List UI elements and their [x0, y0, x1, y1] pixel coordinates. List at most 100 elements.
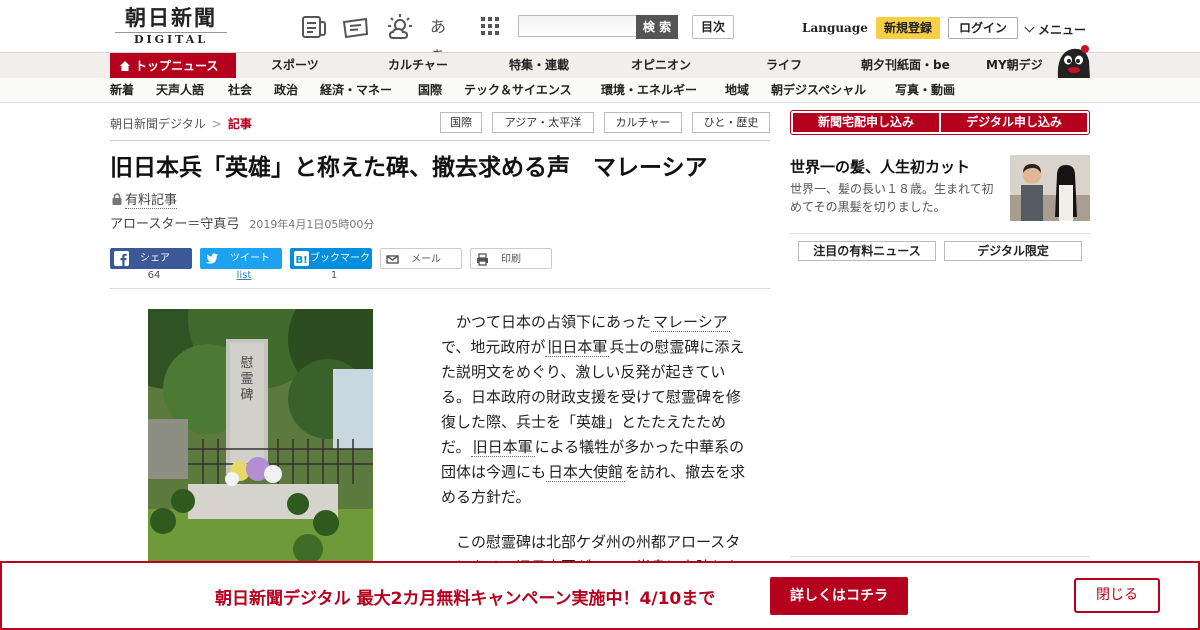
digital-signup-button[interactable]: デジタル申し込み: [941, 113, 1087, 132]
tag-culture[interactable]: カルチャー: [604, 112, 682, 133]
breadcrumb: 朝日新聞デジタル > 記事: [110, 115, 252, 132]
nav-sports[interactable]: スポーツ: [271, 53, 319, 78]
mail-share-button[interactable]: メール: [380, 248, 462, 269]
breadcrumb-home[interactable]: 朝日新聞デジタル: [110, 117, 206, 131]
divider: [790, 556, 1090, 557]
login-button[interactable]: ログイン: [948, 17, 1018, 39]
menu-button[interactable]: メニュー: [1024, 21, 1087, 38]
author: アロースター＝守真弓: [110, 217, 240, 232]
breadcrumb-current: 記事: [227, 117, 252, 131]
lock-icon: [112, 193, 122, 205]
tag-people-history[interactable]: ひと・歴史: [692, 112, 770, 133]
campaign-banner: 朝日新聞デジタル 最大2カ月無料キャンペーン実施中！4/10まで 詳しくはコチラ…: [0, 561, 1200, 630]
print-label: 印刷: [501, 254, 521, 265]
search-button[interactable]: 検 索: [636, 15, 678, 39]
hatena-bookmark-icon: B!: [294, 251, 309, 266]
nav-top-news[interactable]: トップニュース: [110, 53, 236, 79]
twitter-icon: [205, 253, 218, 264]
text-run: で、地元政府が: [441, 338, 546, 356]
menu-label: メニュー: [1038, 23, 1087, 37]
feature-title[interactable]: 世界一の髪、人生初カット: [790, 156, 970, 177]
nav-environment[interactable]: 環境・エネルギー: [601, 78, 697, 102]
byline: アロースター＝守真弓 2019年4月1日05時00分: [110, 213, 374, 232]
paid-article-label: 有料記事: [112, 189, 178, 209]
logo-sub-text: DIGITAL: [115, 32, 227, 46]
nav-culture[interactable]: カルチャー: [388, 53, 448, 78]
nav-society[interactable]: 社会: [228, 78, 252, 102]
article-paragraph: かつて日本の占領下にあった マレーシアで、地元政府が 旧日本軍 兵士の慰霊碑に添えた説…: [441, 310, 746, 510]
search-input[interactable]: [518, 15, 636, 37]
logo-main-text: 朝日新聞: [125, 5, 217, 30]
paper-delivery-button[interactable]: 新聞宅配申し込み: [793, 113, 939, 132]
toc-button[interactable]: 目次: [692, 15, 734, 39]
hatena-bookmark-count: 1: [330, 270, 338, 281]
breadcrumb-separator: >: [211, 117, 222, 131]
nav-international[interactable]: 国際: [418, 78, 442, 102]
register-button[interactable]: 新規登録: [876, 17, 940, 39]
keyword-link[interactable]: 旧日本軍: [545, 338, 610, 357]
keyword-link[interactable]: マレーシア: [651, 313, 730, 332]
nav-photo-video[interactable]: 写真・動画: [895, 78, 955, 102]
primary-nav: トップニュース スポーツ カルチャー 特集・連載 オピニオン ライフ 朝夕刊紙面…: [0, 52, 1200, 79]
campaign-details-button[interactable]: 詳しくはコチラ: [770, 577, 908, 615]
nav-latest[interactable]: 新着: [110, 78, 134, 102]
tab-paid-news[interactable]: 注目の有料ニュース: [798, 241, 936, 261]
hatena-bookmark-button[interactable]: B! ブックマーク: [290, 248, 372, 269]
home-icon: [120, 61, 130, 71]
nav-paper[interactable]: 朝夕刊紙面・be: [861, 53, 950, 78]
secondary-nav: 新着 天声人語 社会 政治 経済・マネー 国際 テック＆サイエンス 環境・エネル…: [0, 78, 1200, 103]
nav-tech-science[interactable]: テック＆サイエンス: [464, 78, 572, 102]
keyword-link[interactable]: 日本大使館: [546, 463, 626, 482]
banner-close-button[interactable]: 閉じる: [1074, 578, 1160, 613]
twitter-share-count[interactable]: list: [203, 270, 285, 281]
nav-top-news-label: トップニュース: [135, 59, 219, 73]
tag-international[interactable]: 国際: [440, 112, 482, 133]
facebook-share-button[interactable]: シェア: [110, 248, 192, 269]
mail-icon: [386, 255, 399, 264]
nav-politics[interactable]: 政治: [274, 78, 298, 102]
text-run: かつて日本の占領下にあった: [456, 313, 652, 331]
print-button[interactable]: 印刷: [470, 248, 552, 269]
publish-date: 2019年4月1日05時00分: [249, 218, 375, 231]
apps-grid-icon[interactable]: [478, 13, 506, 41]
divider: [110, 288, 770, 289]
tab-digital-only[interactable]: デジタル限定: [944, 241, 1082, 261]
feature-text: 世界一、髪の長い１８歳。生まれて初めてその黒髪を切りました。: [790, 182, 994, 214]
monument-inscription: 慰霊碑: [240, 356, 253, 403]
print-icon: [477, 253, 488, 266]
twitter-share-label: ツイート: [230, 253, 270, 264]
nav-features[interactable]: 特集・連載: [509, 53, 569, 78]
subscription-promo: 新聞宅配申し込み デジタル申し込み: [790, 110, 1090, 135]
digital-paper-icon[interactable]: [342, 13, 370, 41]
nav-opinion[interactable]: オピニオン: [631, 53, 691, 78]
facebook-share-count: 64: [147, 270, 161, 281]
chevron-down-icon: [1024, 22, 1035, 33]
paid-label-text[interactable]: 有料記事: [125, 193, 178, 209]
tag-asia-pacific[interactable]: アジア・太平洋: [492, 112, 594, 133]
newspaper-icon[interactable]: [300, 13, 328, 41]
divider: [790, 233, 1090, 234]
svg-text:B!: B!: [296, 255, 308, 266]
twitter-share-button[interactable]: ツイート: [200, 248, 282, 269]
facebook-share-label: シェア: [140, 253, 170, 264]
nav-life[interactable]: ライフ: [766, 53, 802, 78]
nav-economy[interactable]: 経済・マネー: [320, 78, 392, 102]
weather-icon[interactable]: [385, 13, 413, 41]
facebook-icon: [114, 251, 129, 266]
keyword-link[interactable]: 旧日本軍: [470, 438, 535, 457]
divider: [110, 140, 770, 141]
mascot-icon[interactable]: [1052, 43, 1092, 79]
feature-thumbnail[interactable]: [1010, 155, 1090, 221]
font-size-icon[interactable]: あぁ: [430, 13, 460, 64]
nav-tenseijingo[interactable]: 天声人語: [156, 78, 204, 102]
language-link[interactable]: Language: [802, 21, 868, 35]
campaign-text: 朝日新聞デジタル 最大2カ月無料キャンペーン実施中！4/10まで: [215, 589, 716, 609]
article-photo[interactable]: 慰霊碑: [148, 309, 373, 569]
nav-region[interactable]: 地域: [725, 78, 749, 102]
nav-special[interactable]: 朝デジスペシャル: [771, 78, 866, 102]
site-logo[interactable]: 朝日新聞 DIGITAL: [115, 6, 227, 46]
nav-my-asahi[interactable]: MY朝デジ: [986, 53, 1043, 78]
site-header: 朝日新聞 DIGITAL あぁ 検 索 目次 Language 新規登録 ログイ…: [0, 0, 1200, 64]
mail-share-label: メール: [411, 254, 441, 265]
hatena-bookmark-label: ブックマーク: [310, 253, 370, 264]
